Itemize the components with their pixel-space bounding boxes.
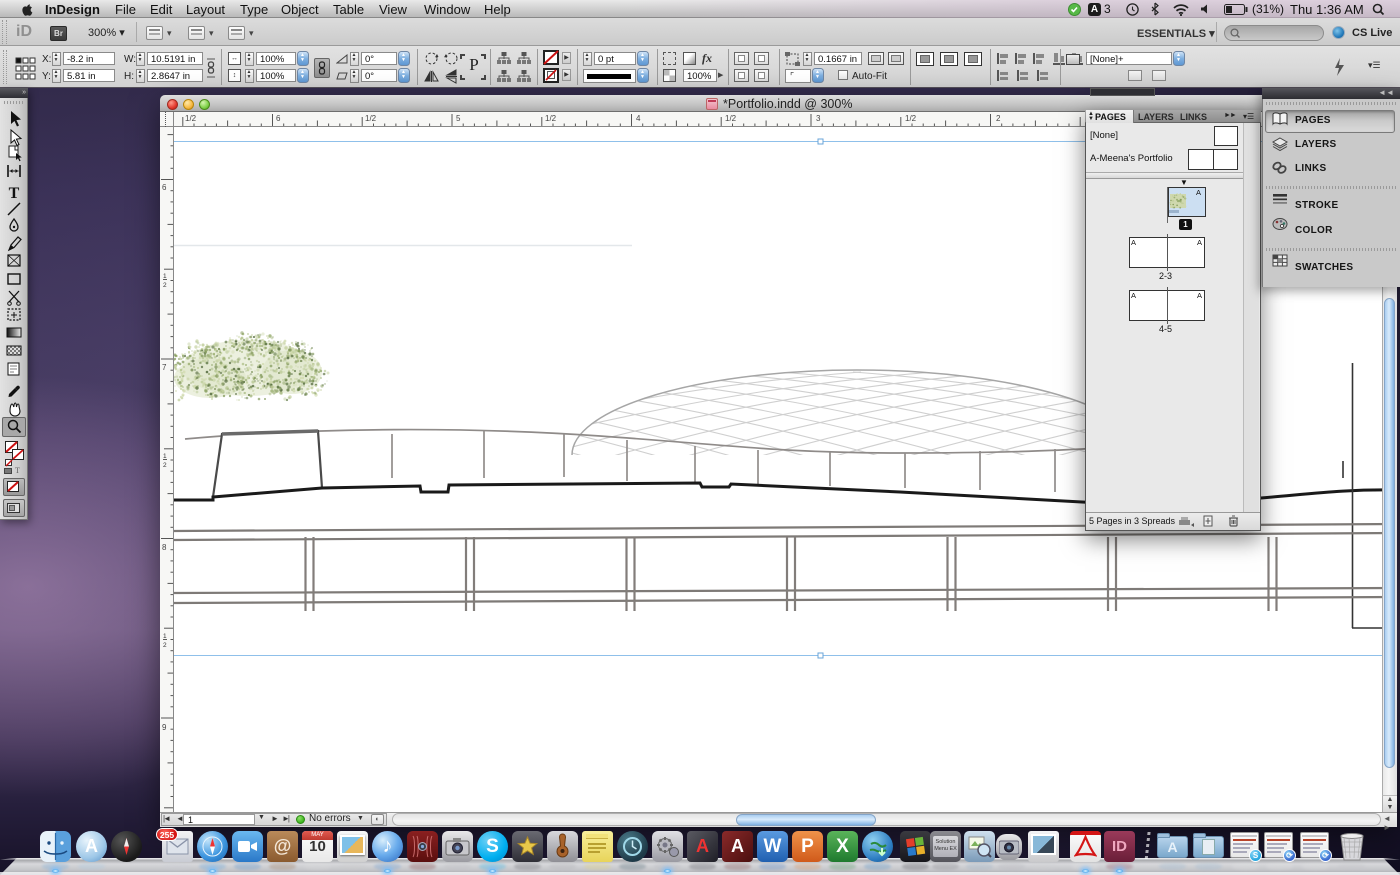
svg-text:1/2: 1/2 bbox=[185, 114, 197, 123]
svg-text:1/2: 1/2 bbox=[725, 114, 737, 123]
svg-text:T: T bbox=[9, 185, 20, 202]
svg-text:1: 1 bbox=[163, 453, 167, 460]
svg-text:3: 3 bbox=[816, 114, 821, 123]
svg-text:1: 1 bbox=[163, 633, 167, 640]
svg-text:6: 6 bbox=[276, 114, 281, 123]
svg-text:1: 1 bbox=[163, 273, 167, 280]
svg-text:1/2: 1/2 bbox=[365, 114, 377, 123]
svg-text:6: 6 bbox=[162, 183, 167, 192]
svg-text:7: 7 bbox=[162, 363, 167, 372]
svg-text:2: 2 bbox=[163, 282, 167, 289]
svg-text:2: 2 bbox=[163, 462, 167, 469]
svg-text:1/2: 1/2 bbox=[905, 114, 917, 123]
svg-text:8: 8 bbox=[162, 543, 167, 552]
svg-text:2: 2 bbox=[163, 642, 167, 649]
svg-text:5: 5 bbox=[456, 114, 461, 123]
svg-text:9: 9 bbox=[162, 723, 167, 732]
svg-text:4: 4 bbox=[636, 114, 641, 123]
svg-text:1/2: 1/2 bbox=[545, 114, 557, 123]
svg-text:2: 2 bbox=[996, 114, 1001, 123]
